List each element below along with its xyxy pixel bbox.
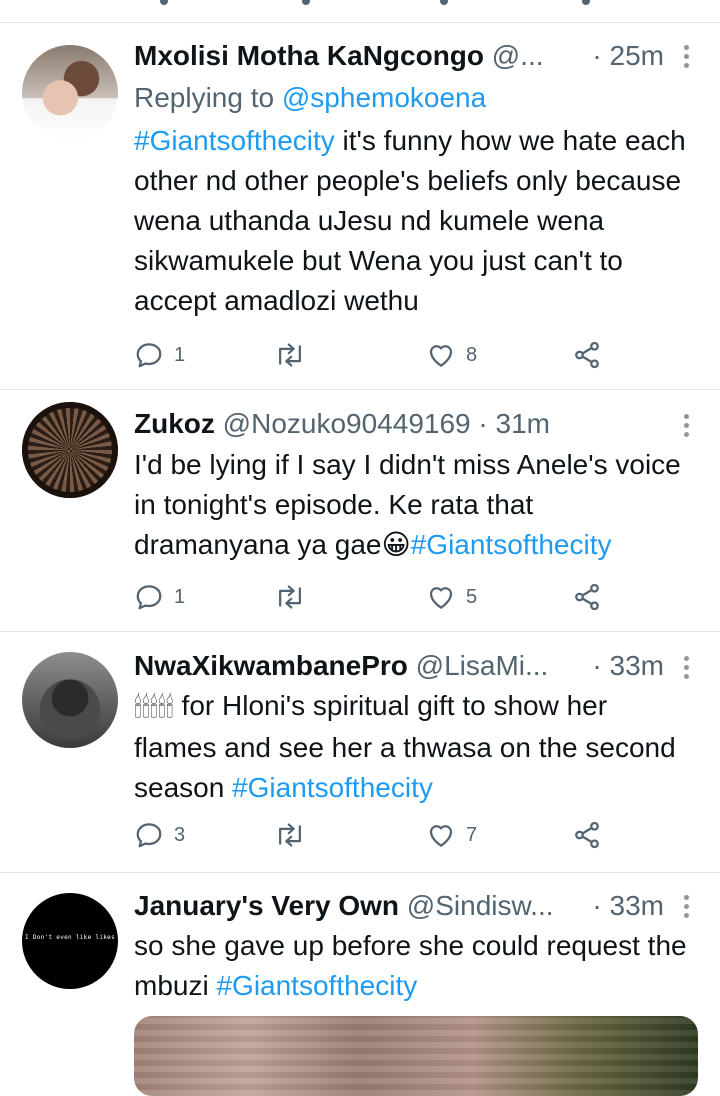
tweet-header: NwaXikwambanePro @LisaMi... <box>134 648 548 684</box>
tweet-header: Zukoz @Nozuko90449169 · 31m <box>134 406 550 442</box>
share-button[interactable] <box>572 579 602 615</box>
reply-icon <box>136 343 162 368</box>
timestamp[interactable]: 25m <box>610 40 664 71</box>
action-bar: 1 8 <box>134 337 614 373</box>
reply-icon[interactable] <box>160 0 168 5</box>
grinning-face-emoji: 😀 <box>381 529 411 560</box>
mention-link[interactable]: @sphemokoena <box>282 82 486 113</box>
retweet-icon <box>279 585 301 609</box>
action-bar: 1 5 <box>134 579 614 615</box>
retweet-icon[interactable] <box>302 0 310 5</box>
author-handle[interactable]: @Nozuko90449169 <box>223 408 471 439</box>
reply-icon <box>136 585 162 610</box>
more-vertical-icon[interactable] <box>684 45 690 72</box>
reply-count: 1 <box>174 585 186 608</box>
tweet[interactable]: Mxolisi Motha KaNgcongo @... · 25m Reply… <box>0 23 720 389</box>
share-icon[interactable] <box>582 0 590 5</box>
previous-tweet-actions <box>0 0 720 22</box>
hashtag-link[interactable]: #Giantsofthecity <box>411 529 612 560</box>
hashtag-link[interactable]: #Giantsofthecity <box>232 772 433 803</box>
avatar[interactable]: I Don't even like likes <box>22 893 118 989</box>
tweet-text: #Giantsofthecity it's funny how we hate … <box>134 121 694 321</box>
like-count: 8 <box>466 343 478 366</box>
reply-button[interactable]: 3 <box>134 817 185 853</box>
share-button[interactable] <box>572 337 602 373</box>
tweet-header: January's Very Own @Sindisw... <box>134 888 554 924</box>
retweet-icon <box>279 823 301 847</box>
hashtag-link[interactable]: #Giantsofthecity <box>134 125 335 156</box>
timestamp[interactable]: 33m <box>610 890 664 921</box>
like-button[interactable]: 8 <box>426 337 477 373</box>
action-bar: 3 7 <box>134 817 614 853</box>
reply-icon <box>136 823 162 848</box>
retweet-button[interactable] <box>274 337 306 373</box>
more-vertical-icon[interactable] <box>684 656 690 683</box>
replying-to: Replying to @sphemokoena <box>134 80 486 116</box>
separator: · <box>592 650 602 681</box>
timestamp[interactable]: 31m <box>496 408 550 439</box>
timestamp[interactable]: 33m <box>610 650 664 681</box>
tweet-text: so she gave up before she could request … <box>134 926 694 1006</box>
retweet-button[interactable] <box>274 579 306 615</box>
like-button[interactable]: 7 <box>426 817 477 853</box>
share-icon <box>575 821 599 849</box>
author-handle[interactable]: @LisaMi... <box>416 650 549 681</box>
candle-emoji-row: 🕯🕯🕯🕯🕯 <box>134 691 174 723</box>
author-handle[interactable]: @Sindisw... <box>407 890 554 921</box>
like-count: 5 <box>466 585 478 608</box>
author-name[interactable]: Zukoz <box>134 408 215 439</box>
more-vertical-icon[interactable] <box>684 895 690 922</box>
heart-icon <box>429 587 453 609</box>
tweet[interactable]: NwaXikwambanePro @LisaMi... · 33m 🕯🕯🕯🕯🕯 … <box>0 632 720 872</box>
separator: · <box>592 40 602 71</box>
reply-button[interactable]: 1 <box>134 337 185 373</box>
avatar[interactable] <box>22 652 118 748</box>
hashtag-link[interactable]: #Giantsofthecity <box>216 970 417 1001</box>
tweet-time: · 33m <box>592 888 664 924</box>
separator: · <box>478 408 488 439</box>
author-name[interactable]: Mxolisi Motha KaNgcongo <box>134 40 484 71</box>
avatar[interactable] <box>22 45 118 141</box>
heart-icon <box>429 345 453 367</box>
share-icon <box>575 341 599 369</box>
retweet-button[interactable] <box>274 817 306 853</box>
more-vertical-icon[interactable] <box>684 414 690 441</box>
avatar-text: I Don't even like likes <box>25 934 115 941</box>
tweet-text: 🕯🕯🕯🕯🕯 for Hloni's spiritual gift to show… <box>134 686 694 808</box>
reply-button[interactable]: 1 <box>134 579 185 615</box>
author-name[interactable]: NwaXikwambanePro <box>134 650 408 681</box>
tweet-header: Mxolisi Motha KaNgcongo @... <box>134 38 544 74</box>
tweet-media-image[interactable] <box>134 1016 698 1096</box>
like-count: 7 <box>466 823 478 846</box>
like-button[interactable]: 5 <box>426 579 477 615</box>
replying-prefix: Replying to <box>134 82 282 113</box>
separator: · <box>592 890 602 921</box>
heart-icon <box>429 825 453 847</box>
author-name[interactable]: January's Very Own <box>134 890 399 921</box>
share-button[interactable] <box>572 817 602 853</box>
author-handle[interactable]: @... <box>492 40 544 71</box>
share-icon <box>575 583 599 611</box>
heart-icon[interactable] <box>440 0 448 5</box>
reply-count: 1 <box>174 343 186 366</box>
retweet-icon <box>279 343 301 367</box>
tweet-time: · 25m <box>592 38 664 74</box>
tweet[interactable]: Zukoz @Nozuko90449169 · 31m I'd be lying… <box>0 390 720 630</box>
reply-count: 3 <box>174 823 186 846</box>
avatar[interactable] <box>22 402 118 498</box>
tweet-time: · 33m <box>592 648 664 684</box>
tweet-text: I'd be lying if I say I didn't miss Anel… <box>134 445 694 565</box>
